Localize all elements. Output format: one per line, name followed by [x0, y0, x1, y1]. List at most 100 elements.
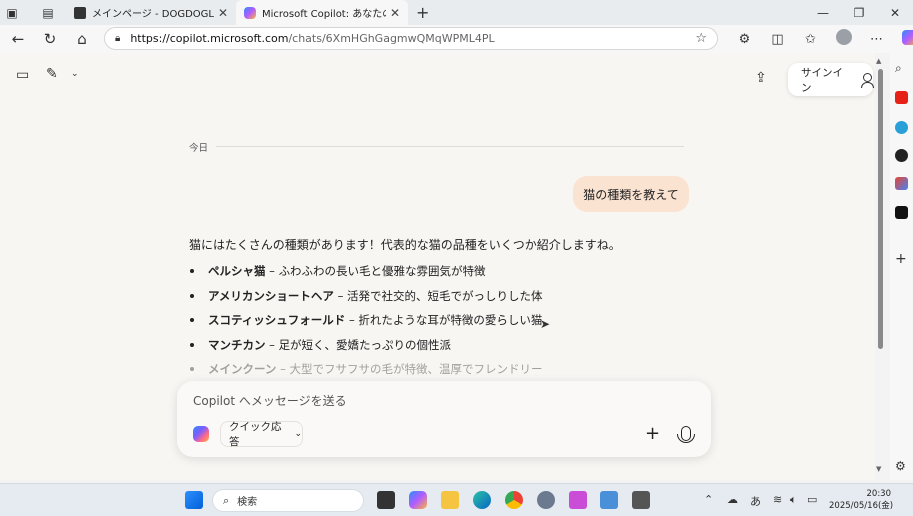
favorites-icon[interactable]: ✩ — [794, 32, 827, 47]
plus-icon[interactable]: + — [645, 423, 660, 444]
scroll-up-icon[interactable]: ▲ — [876, 57, 881, 65]
signin-label: サインイン — [801, 66, 843, 94]
onedrive-icon[interactable]: ☁ — [727, 493, 738, 506]
copilot-taskbar-icon[interactable] — [409, 491, 427, 509]
scroll-down-icon[interactable]: ▼ — [876, 465, 881, 473]
search-icon[interactable]: ⌕ — [895, 61, 908, 75]
youtube-icon[interactable] — [895, 91, 908, 104]
message-composer[interactable]: Copilot へメッセージを送る クイック応答 ⌄ + — [177, 381, 711, 457]
scrollbar-thumb[interactable] — [878, 69, 883, 349]
windows-start-icon[interactable] — [185, 491, 203, 509]
new-chat-icon[interactable]: ✎ — [46, 66, 58, 82]
clock-date: 2025/05/16(金) — [829, 501, 894, 511]
edge-taskbar-icon[interactable] — [473, 491, 491, 509]
address-row: ← ↻ ⌂ 🔒︎ https://copilot.microsoft.com/c… — [0, 25, 913, 53]
refresh-icon[interactable]: ↻ — [34, 30, 66, 48]
chevron-down-icon: ⌄ — [294, 429, 302, 439]
file-explorer-icon[interactable] — [441, 491, 459, 509]
task-view-icon[interactable] — [377, 491, 395, 509]
extensions-icon[interactable]: ⚙ — [728, 32, 761, 47]
notepad-icon[interactable] — [600, 491, 618, 509]
signin-button[interactable]: サインイン — [788, 63, 874, 96]
ime-indicator[interactable]: あ — [750, 493, 761, 509]
breed-sep: – — [345, 313, 359, 328]
quick-response-dropdown[interactable]: クイック応答 ⌄ — [220, 421, 303, 448]
share-icon[interactable]: ⇪ — [755, 70, 767, 86]
add-sidebar-app-icon[interactable]: + — [895, 251, 908, 267]
tab-actions-icon[interactable]: ▤ — [36, 1, 60, 25]
volume-icon[interactable]: 🔈︎ — [790, 493, 797, 507]
address-bar[interactable]: 🔒︎ https://copilot.microsoft.com/chats/6… — [104, 27, 718, 50]
breed-sep: – — [276, 362, 290, 377]
taskbar-search-label: 検索 — [237, 497, 258, 508]
new-tab-button[interactable]: + — [408, 3, 437, 22]
minimize-icon[interactable]: — — [805, 6, 841, 20]
tab-title: メインページ - DOGDOGLAB — [92, 9, 214, 20]
profile-icon[interactable] — [827, 29, 860, 49]
breed-name: アメリカンショートヘア — [208, 288, 334, 303]
composer-input[interactable]: Copilot へメッセージを送る — [193, 392, 347, 409]
date-divider-label: 今日 — [189, 143, 209, 154]
breed-name: マンチカン — [208, 337, 266, 352]
telegram-icon[interactable] — [895, 121, 908, 134]
tab-copilot[interactable]: Microsoft Copilot: あなたの AI アシ ✕ — [236, 0, 408, 25]
sidebar-toggle-icon[interactable]: ▭ — [16, 67, 29, 83]
date-divider-line — [216, 146, 684, 147]
more-icon[interactable]: ⋯ — [860, 32, 893, 47]
bullet-icon — [190, 293, 194, 298]
copilot-favicon-icon — [244, 6, 256, 19]
quick-response-label: クイック応答 — [229, 421, 282, 448]
clock-time: 20:30 — [866, 489, 892, 499]
close-window-icon[interactable]: ✕ — [877, 6, 913, 20]
mouse-cursor-icon: ➤ — [540, 317, 551, 331]
lock-icon[interactable]: 🔒︎ — [115, 33, 120, 44]
assistant-reply-list: ペルシャ猫 – ふわふわの長い毛と優雅な雰囲気が特徴 アメリカンショートヘア –… — [190, 259, 543, 382]
close-tab-icon[interactable]: ✕ — [218, 6, 228, 20]
list-item: ペルシャ猫 – ふわふわの長い毛と優雅な雰囲気が特徴 — [190, 259, 543, 284]
taskbar-search[interactable]: ⌕ 検索 — [212, 489, 364, 512]
tab-title: Microsoft Copilot: あなたの AI アシ — [262, 9, 386, 20]
breed-name: ペルシャ猫 — [208, 264, 266, 279]
window-controls: — ❐ ✕ — [805, 0, 913, 25]
workspaces-icon[interactable]: ▣ — [0, 1, 24, 25]
home-icon[interactable]: ⌂ — [66, 30, 98, 48]
favorite-star-icon[interactable]: ☆ — [695, 31, 707, 46]
breed-sep: – — [265, 264, 279, 279]
wifi-icon[interactable]: ≋ — [773, 493, 782, 506]
tray-chevron-icon[interactable]: ⌃ — [704, 493, 713, 506]
calculator-icon[interactable] — [632, 491, 650, 509]
snipping-tool-icon[interactable] — [569, 491, 587, 509]
settings-icon[interactable] — [537, 491, 555, 509]
url-host: https://copilot.microsoft.com — [130, 32, 289, 45]
breed-desc: 活発で社交的、短毛でがっしりした体 — [347, 288, 543, 303]
chrome-icon[interactable] — [505, 491, 523, 509]
taskbar-clock[interactable]: 20:30 2025/05/16(金) — [829, 488, 894, 512]
split-screen-icon[interactable]: ◫ — [761, 32, 794, 47]
breed-name: スコティッシュフォールド — [208, 313, 346, 328]
search-icon: ⌕ — [223, 493, 230, 507]
bullet-icon — [190, 318, 194, 323]
breed-desc: 足が短く、愛嬌たっぷりの個性派 — [278, 337, 452, 352]
breed-sep: – — [333, 288, 347, 303]
list-item: アメリカンショートヘア – 活発で社交的、短毛でがっしりした体 — [190, 284, 543, 309]
list-item: スコティッシュフォールド – 折れたような耳が特徴の愛らしい猫 — [190, 308, 543, 333]
list-item: マンチカン – 足が短く、愛嬌たっぷりの個性派 — [190, 333, 543, 358]
url-path: /chats/6XmHGhGagmwQMqWPML4PL — [288, 32, 495, 45]
copilot-icon[interactable] — [893, 29, 913, 49]
close-tab-icon[interactable]: ✕ — [390, 6, 400, 20]
gmail-icon[interactable] — [895, 177, 908, 190]
battery-icon[interactable]: ▭ — [807, 493, 817, 506]
vertical-scrollbar[interactable]: ▲ ▼ — [876, 57, 884, 475]
person-icon — [861, 72, 874, 88]
tab-dogdoglab[interactable]: メインページ - DOGDOGLAB ✕ — [66, 0, 236, 25]
notion-icon[interactable] — [895, 206, 908, 219]
user-message: 猫の種類を教えて — [573, 176, 689, 212]
back-icon[interactable]: ← — [2, 30, 34, 48]
chevron-down-icon[interactable]: ⌄ — [71, 69, 79, 79]
restore-icon[interactable]: ❐ — [841, 6, 877, 20]
edge-sidebar: ⌕ + ⚙ — [890, 53, 913, 480]
sidebar-settings-icon[interactable]: ⚙ — [895, 459, 908, 473]
chatgpt-icon[interactable] — [895, 149, 908, 162]
microphone-stand — [677, 434, 695, 443]
dogdoglab-favicon-icon — [74, 6, 86, 19]
